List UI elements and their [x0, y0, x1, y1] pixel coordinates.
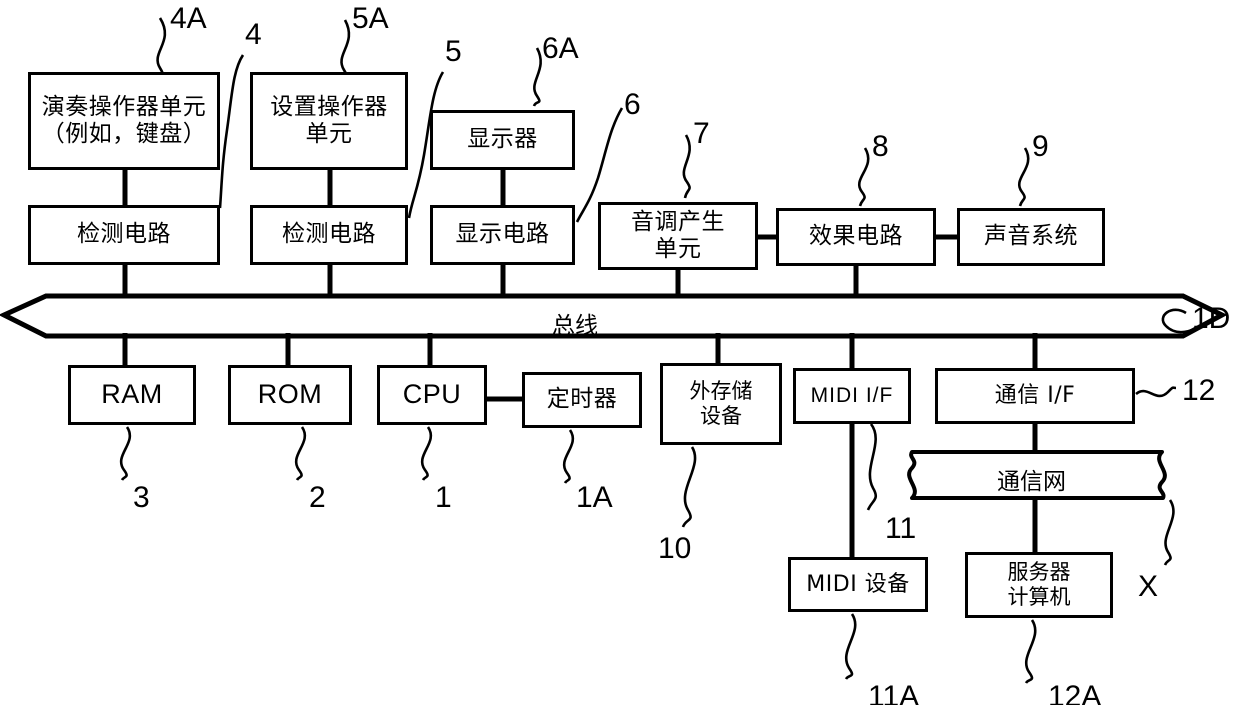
ref-numeral-6: 6 — [624, 88, 641, 121]
box-server-computer[interactable]: 服务器 计算机 — [965, 552, 1113, 618]
box-tone-generation-unit[interactable]: 音调产生 单元 — [598, 202, 758, 270]
ref-numeral-11A: 11A — [868, 680, 920, 705]
box-rom[interactable]: ROM — [228, 365, 352, 425]
leader-12A — [1024, 619, 1037, 684]
leader-11 — [866, 423, 878, 511]
box-display-circuit[interactable]: 显示电路 — [430, 205, 575, 265]
box-setting-operator-unit[interactable]: 设置操作器 单元 — [250, 72, 408, 170]
box-external-storage-device[interactable]: 外存储 设备 — [660, 363, 782, 445]
box-effect-circuit[interactable]: 效果电路 — [776, 208, 936, 266]
box-label: 显示器 — [467, 126, 538, 153]
box-label: 外存储 设备 — [689, 379, 753, 428]
box-label: 演奏操作器单元 （例如，键盘） — [41, 93, 207, 147]
ref-numeral-8: 8 — [872, 130, 889, 163]
box-detection-circuit-1[interactable]: 检测电路 — [28, 205, 220, 265]
box-midi-if[interactable]: MIDI I/F — [793, 368, 911, 424]
leader-6A — [532, 47, 542, 107]
box-label: 音调产生 单元 — [631, 208, 725, 262]
ref-numeral-5: 5 — [445, 35, 462, 68]
leader-X — [1163, 499, 1175, 566]
box-midi-device[interactable]: MIDI 设备 — [788, 557, 928, 612]
leader-11A — [844, 613, 857, 680]
box-label: 服务器 计算机 — [1007, 560, 1071, 609]
ref-numeral-1D: 1D — [1192, 302, 1231, 335]
ref-numeral-3: 3 — [133, 481, 150, 514]
box-performance-operator-unit[interactable]: 演奏操作器单元 （例如，键盘） — [28, 72, 220, 170]
leader-4 — [218, 54, 245, 209]
box-label: 显示电路 — [455, 221, 550, 248]
leader-10 — [681, 446, 697, 528]
diagram-canvas: 演奏操作器单元 （例如，键盘） 设置操作器 单元 显示器 检测电路 检测电路 显… — [0, 0, 1240, 705]
box-timer[interactable]: 定时器 — [522, 372, 642, 428]
leader-9 — [1018, 147, 1030, 207]
communication-network-label: 通信网 — [997, 469, 1066, 495]
ref-numeral-X: X — [1138, 570, 1159, 603]
leader-1 — [420, 426, 433, 481]
bus-shape — [0, 293, 1228, 339]
ref-numeral-7: 7 — [693, 117, 710, 150]
box-sound-system[interactable]: 声音系统 — [957, 208, 1105, 266]
box-label: 定时器 — [546, 386, 618, 413]
box-label: ROM — [257, 379, 323, 410]
leader-2 — [294, 426, 307, 481]
box-label: CPU — [402, 379, 462, 410]
box-label: 检测电路 — [77, 221, 171, 248]
box-label: 检测电路 — [282, 221, 376, 248]
box-detection-circuit-2[interactable]: 检测电路 — [250, 205, 408, 265]
ref-numeral-12: 12 — [1182, 374, 1216, 407]
box-label: 声音系统 — [984, 223, 1078, 250]
ref-numeral-1A: 1A — [576, 481, 613, 514]
ref-numeral-10: 10 — [658, 532, 692, 565]
ref-numeral-4: 4 — [245, 18, 262, 51]
leader-5A — [340, 19, 351, 79]
leader-4A — [156, 17, 167, 76]
ref-numeral-9: 9 — [1032, 130, 1049, 163]
box-label: 通信 I/F — [994, 383, 1076, 409]
leader-12 — [1135, 386, 1177, 398]
leader-3 — [119, 426, 132, 481]
box-ram[interactable]: RAM — [68, 365, 196, 425]
ref-numeral-12A: 12A — [1048, 680, 1102, 705]
leader-7 — [682, 134, 691, 199]
ref-numeral-1: 1 — [435, 481, 452, 514]
box-label: MIDI I/F — [810, 383, 894, 407]
ref-numeral-11: 11 — [885, 512, 917, 545]
ref-numeral-4A: 4A — [170, 2, 207, 35]
bus-label: 总线 — [552, 313, 598, 339]
leader-1A — [562, 429, 575, 484]
box-cpu[interactable]: CPU — [377, 365, 487, 425]
box-label: MIDI 设备 — [806, 571, 910, 597]
box-communication-if[interactable]: 通信 I/F — [935, 368, 1135, 424]
ref-numeral-2: 2 — [309, 481, 326, 514]
box-label: 效果电路 — [809, 223, 903, 250]
box-label: 设置操作器 单元 — [270, 93, 388, 147]
ref-numeral-5A: 5A — [352, 2, 389, 35]
box-label: RAM — [101, 379, 163, 410]
ref-numeral-6A: 6A — [542, 32, 579, 65]
leader-8 — [858, 147, 870, 207]
box-display-device[interactable]: 显示器 — [430, 110, 575, 170]
